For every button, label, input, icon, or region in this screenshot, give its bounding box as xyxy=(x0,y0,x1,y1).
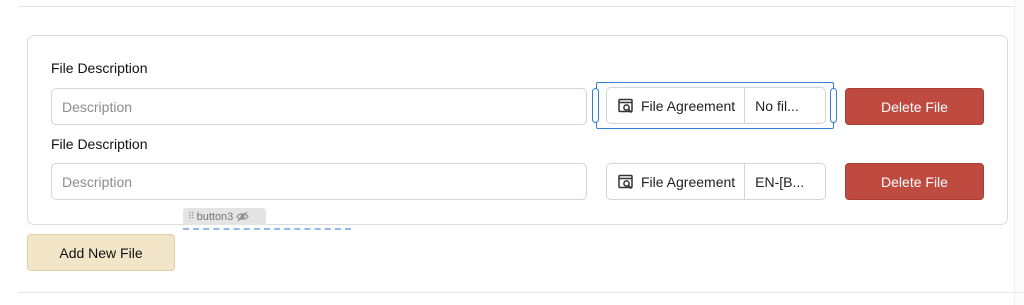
add-new-file-button[interactable]: Add New File xyxy=(27,234,175,271)
drop-indicator xyxy=(183,228,351,230)
component-tag-label: button3 xyxy=(196,210,234,223)
file-description-label: File Description xyxy=(51,60,148,76)
drag-handle-icon[interactable]: ⠿ xyxy=(188,211,195,222)
delete-file-button[interactable]: Delete File xyxy=(845,163,984,200)
file-agreement-button[interactable]: File Agreement xyxy=(607,88,746,123)
description-input[interactable] xyxy=(51,88,587,125)
file-agreement-label: File Agreement xyxy=(641,173,736,190)
file-agreement-button[interactable]: File Agreement xyxy=(607,164,746,199)
delete-file-button[interactable]: Delete File xyxy=(845,88,984,125)
scroll-edge xyxy=(1014,0,1024,305)
component-tag[interactable]: ⠿ button3 xyxy=(183,208,266,225)
file-picker[interactable]: File Agreement EN-[B... xyxy=(606,163,826,200)
selected-file-name: No fil... xyxy=(755,97,799,114)
file-search-icon xyxy=(618,174,633,189)
file-description-label: File Description xyxy=(51,136,148,152)
resize-handle-right[interactable] xyxy=(830,88,837,123)
divider-top xyxy=(18,6,1024,7)
file-search-icon xyxy=(618,98,633,113)
description-input[interactable] xyxy=(51,163,587,200)
eye-off-icon[interactable] xyxy=(236,211,249,222)
file-picker[interactable]: File Agreement No fil... xyxy=(606,87,826,124)
divider-bottom xyxy=(18,292,1024,293)
resize-handle-left[interactable] xyxy=(592,88,599,123)
file-agreement-label: File Agreement xyxy=(641,97,736,114)
selected-file-name: EN-[B... xyxy=(755,173,805,190)
